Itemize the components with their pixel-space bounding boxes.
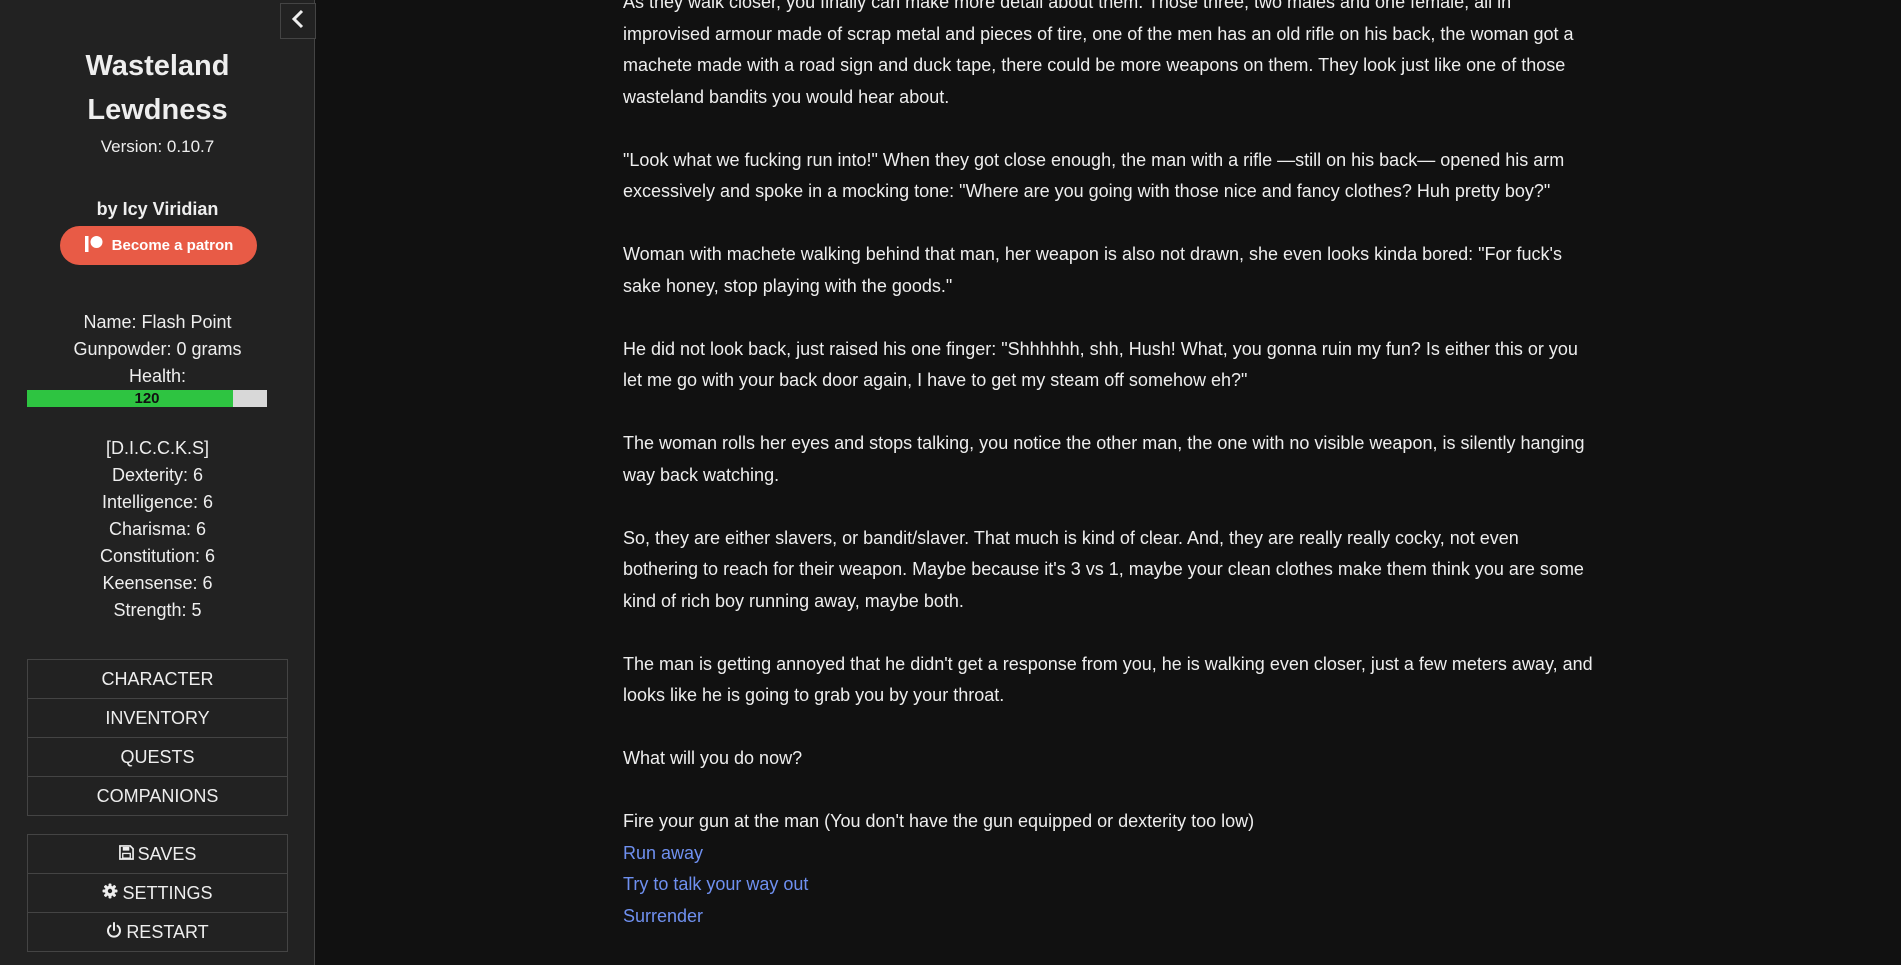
- game-title-line2: Lewdness: [87, 94, 228, 126]
- restart-button[interactable]: RESTART: [28, 913, 287, 951]
- stat-constitution: Constitution: 6: [99, 546, 216, 566]
- health-bar: 120: [27, 390, 267, 407]
- character-button-label: CHARACTER: [101, 669, 214, 689]
- story-paragraph: So, they are either slavers, or bandit/s…: [623, 527, 1584, 611]
- save-icon: [118, 835, 134, 873]
- story-paragraph: As they walk closer, you finally can mak…: [623, 0, 1574, 107]
- story-paragraph: The woman rolls her eyes and stops talki…: [623, 433, 1585, 485]
- collapse-sidebar-button[interactable]: [280, 3, 316, 39]
- health-value: 120: [134, 390, 160, 407]
- system-menu: SAVES SETTINGS RESTART: [27, 834, 288, 952]
- patreon-icon: [84, 235, 104, 257]
- chevron-left-icon: [291, 9, 305, 34]
- game-title: Wasteland Lewdness: [0, 44, 315, 132]
- version-label: Version: 0.10.7: [100, 137, 215, 156]
- saves-button[interactable]: SAVES: [28, 835, 287, 874]
- stat-dexterity: Dexterity: 6: [111, 465, 204, 485]
- inventory-button[interactable]: INVENTORY: [28, 699, 287, 738]
- inventory-button-label: INVENTORY: [105, 708, 210, 728]
- quests-button-label: QUESTS: [120, 747, 195, 767]
- stat-keensense: Keensense: 6: [102, 573, 213, 593]
- gear-icon: [102, 874, 118, 912]
- story-paragraph: He did not look back, just raised his on…: [623, 338, 1578, 391]
- attributes-header: [D.I.C.C.K.S]: [105, 438, 210, 458]
- companions-button[interactable]: COMPANIONS: [28, 777, 287, 815]
- gunpowder-amount: Gunpowder: 0 grams: [73, 339, 242, 359]
- become-patron-button[interactable]: Become a patron: [60, 226, 257, 265]
- stat-intelligence: Intelligence: 6: [101, 492, 214, 512]
- story-text: As they walk closer, you finally can mak…: [623, 0, 1598, 775]
- story-prompt: What will you do now?: [623, 748, 803, 768]
- character-name: Name: Flash Point: [83, 312, 232, 332]
- become-patron-label: Become a patron: [111, 237, 234, 254]
- choice-list: Fire your gun at the man (You don't have…: [623, 806, 1598, 932]
- story-paragraph: The man is getting annoyed that he didn'…: [623, 653, 1593, 706]
- settings-button[interactable]: SETTINGS: [28, 874, 287, 913]
- game-title-line1: Wasteland: [85, 50, 230, 82]
- power-icon: [106, 913, 122, 951]
- choice-talk-out-link[interactable]: Try to talk your way out: [623, 874, 808, 894]
- stat-charisma: Charisma: 6: [108, 519, 207, 539]
- choice-fire-gun-disabled: Fire your gun at the man (You don't have…: [623, 811, 1255, 831]
- sidebar: Wasteland Lewdness Version: 0.10.7 by Ic…: [0, 0, 315, 965]
- choice-surrender-link[interactable]: Surrender: [623, 906, 703, 926]
- saves-button-label: SAVES: [137, 844, 197, 864]
- game-menu: CHARACTER INVENTORY QUESTS COMPANIONS: [27, 659, 288, 816]
- health-label: Health:: [128, 366, 187, 386]
- story-area: As they walk closer, you finally can mak…: [623, 0, 1598, 932]
- author-label: by Icy Viridian: [96, 199, 219, 219]
- quests-button[interactable]: QUESTS: [28, 738, 287, 777]
- stat-strength: Strength: 5: [113, 600, 202, 620]
- story-paragraph: Woman with machete walking behind that m…: [623, 244, 1562, 296]
- settings-button-label: SETTINGS: [122, 883, 213, 903]
- restart-button-label: RESTART: [126, 922, 209, 942]
- character-button[interactable]: CHARACTER: [28, 660, 287, 699]
- companions-button-label: COMPANIONS: [96, 786, 219, 806]
- story-paragraph: "Look what we fucking run into!" When th…: [623, 149, 1565, 202]
- choice-run-away-link[interactable]: Run away: [623, 843, 703, 863]
